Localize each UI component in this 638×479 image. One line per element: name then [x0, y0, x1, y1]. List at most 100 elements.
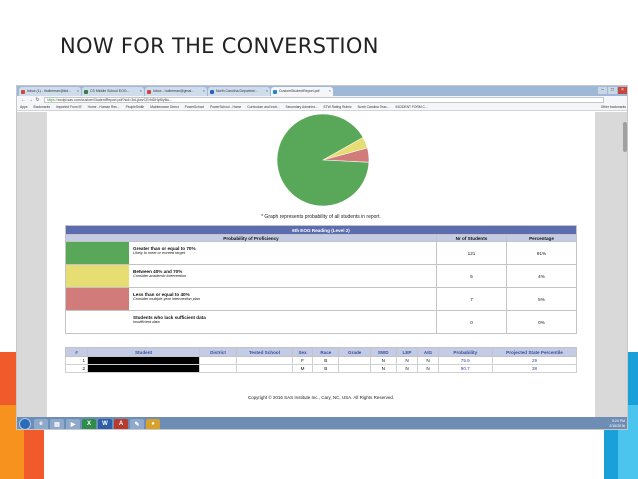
- percentile-link[interactable]: 38: [492, 364, 577, 373]
- bookmark-item[interactable]: PowerSchool: [185, 105, 204, 109]
- maximize-icon[interactable]: □: [608, 87, 617, 94]
- swd-cell: N: [369, 364, 397, 373]
- site-icon: [84, 89, 88, 94]
- forward-icon[interactable]: →: [27, 97, 34, 103]
- col-aig: AIG: [417, 347, 439, 357]
- taskbar: e ▤ ▶ X W A ✎ ● 5:24 PM 2/16/2016: [17, 417, 627, 429]
- sas-icon: [273, 89, 277, 94]
- url-input[interactable]: https://ncdpi.sas.com/customStudentRepor…: [44, 97, 604, 103]
- district-cell: [199, 356, 237, 365]
- slide-title: NOW FOR THE CONVERSTION: [60, 34, 379, 58]
- col-race: Race: [312, 347, 340, 357]
- site-icon: [210, 89, 214, 94]
- paint-icon[interactable]: ✎: [130, 418, 144, 429]
- probability-link[interactable]: 90.7: [437, 364, 494, 373]
- row-num: 1: [65, 356, 88, 365]
- close-tab-icon[interactable]: ×: [203, 88, 205, 93]
- lep-cell: N: [395, 364, 419, 373]
- bookmark-item[interactable]: Apps: [20, 105, 28, 109]
- back-icon[interactable]: ←: [20, 97, 27, 103]
- row-sublabel: Likely to meet or exceed target: [133, 251, 185, 255]
- col-lep: LEP: [395, 347, 419, 357]
- table-row: Students who lack sufficient data Insuffi…: [65, 310, 577, 334]
- table-row: Less than or equal to 40% Consider multip…: [65, 287, 577, 311]
- bookmark-item[interactable]: PeopleSmith: [126, 105, 145, 109]
- percentile-link[interactable]: 29: [492, 356, 577, 365]
- grade-cell: [338, 356, 371, 365]
- row-percentage: 0%: [506, 310, 577, 334]
- bookmark-item[interactable]: STW Rating Rubric: [323, 105, 351, 109]
- sex-cell: F: [291, 356, 314, 365]
- probability-pie-chart: [276, 113, 370, 207]
- excel-icon[interactable]: X: [82, 418, 96, 429]
- redacted-name: [87, 364, 200, 373]
- table-row: 2 M B N N N 90.7 38: [65, 364, 577, 373]
- start-button[interactable]: [19, 418, 31, 429]
- word-icon[interactable]: W: [98, 418, 112, 429]
- race-cell: B: [312, 364, 340, 373]
- gmail-icon: [147, 89, 151, 94]
- pdf-page: * Graph represents probability of all st…: [47, 112, 595, 417]
- browser-tab[interactable]: Inbox (1) - lhollerman@kld... ×: [19, 87, 81, 96]
- browser-tab[interactable]: Inbox - hollerman@gmai... ×: [145, 87, 207, 96]
- row-count: 0: [436, 310, 507, 334]
- table-row: Between 40% and 70% Consider academic int…: [65, 264, 577, 288]
- col-percentile: Projected State Percentile: [492, 347, 577, 357]
- browser-tab-active[interactable]: CustomStudentReport.pdf ×: [271, 87, 333, 96]
- close-window-icon[interactable]: ×: [618, 87, 627, 94]
- reload-icon[interactable]: ↻: [34, 97, 41, 103]
- browser-tab[interactable]: CS Middle School EOG... ×: [82, 87, 144, 96]
- row-percentage: 4%: [506, 264, 577, 288]
- close-tab-icon[interactable]: ×: [329, 88, 331, 93]
- redacted-name: [87, 356, 200, 365]
- col-num: #: [65, 347, 88, 357]
- media-icon[interactable]: ▶: [66, 418, 80, 429]
- school-cell: [235, 364, 293, 373]
- other-bookmarks[interactable]: Other bookmarks: [601, 105, 626, 109]
- probability-link[interactable]: 75.9: [437, 356, 494, 365]
- bookmark-item[interactable]: INCIDENT FORM C...: [395, 105, 427, 109]
- bookmark-item[interactable]: Secondary Administ...: [286, 105, 318, 109]
- grade-cell: [338, 364, 371, 373]
- bookmark-item[interactable]: PowerSchool - Home: [210, 105, 241, 109]
- tab-label: Inbox (1) - lhollerman@kld...: [27, 89, 72, 93]
- col-sex: Sex: [291, 347, 314, 357]
- header-students: Nr of Students: [436, 234, 507, 242]
- bookmarks-bar: Apps Bookmarks Imported From IE Home - H…: [17, 104, 627, 111]
- bookmark-item[interactable]: North Carolina Teac...: [358, 105, 390, 109]
- bookmark-item[interactable]: Home - Human Res...: [88, 105, 120, 109]
- color-swatch: [66, 288, 129, 310]
- url-text: ncdpi.sas.com/customStudentReport.pdf?si…: [57, 98, 172, 102]
- row-sublabel: Insufficient data: [133, 320, 160, 324]
- col-school: Tested School: [235, 347, 293, 357]
- gmail-icon: [21, 89, 25, 94]
- close-tab-icon[interactable]: ×: [77, 88, 79, 93]
- tab-label: Inbox - hollerman@gmai...: [153, 89, 195, 93]
- bookmark-item[interactable]: Bookmarks: [34, 105, 51, 109]
- header-percentage: Percentage: [506, 234, 577, 242]
- scrollbar-thumb[interactable]: [623, 122, 627, 152]
- pdf-viewer: * Graph represents probability of all st…: [17, 112, 627, 417]
- system-tray: 5:24 PM 2/16/2016: [609, 419, 625, 429]
- aig-cell: N: [417, 364, 439, 373]
- minimize-icon[interactable]: –: [598, 87, 607, 94]
- chrome-icon[interactable]: ●: [146, 418, 160, 429]
- screenshot-frame: Inbox (1) - lhollerman@kld... × CS Middle…: [16, 85, 628, 430]
- pdf-icon[interactable]: A: [114, 418, 128, 429]
- swd-cell: N: [369, 356, 397, 365]
- close-tab-icon[interactable]: ×: [140, 88, 142, 93]
- bookmark-item[interactable]: Imported From IE: [56, 105, 82, 109]
- proficiency-table: 6th EOG Reading (Level 2) Probability of…: [65, 225, 577, 334]
- close-tab-icon[interactable]: ×: [266, 88, 268, 93]
- browser-tab[interactable]: North Carolina Departme... ×: [208, 87, 270, 96]
- school-cell: [235, 356, 293, 365]
- student-table: # Student District Tested School Sex Rac…: [65, 347, 577, 373]
- bookmark-item[interactable]: Curriculum and Instr...: [247, 105, 279, 109]
- bookmark-item[interactable]: Maintenance Direct: [150, 105, 178, 109]
- explorer-icon[interactable]: ▤: [50, 418, 64, 429]
- row-percentage: 91%: [506, 241, 577, 265]
- window-controls: – □ ×: [597, 87, 627, 94]
- row-percentage: 5%: [506, 287, 577, 311]
- col-grade: Grade: [338, 347, 371, 357]
- ie-icon[interactable]: e: [34, 418, 48, 429]
